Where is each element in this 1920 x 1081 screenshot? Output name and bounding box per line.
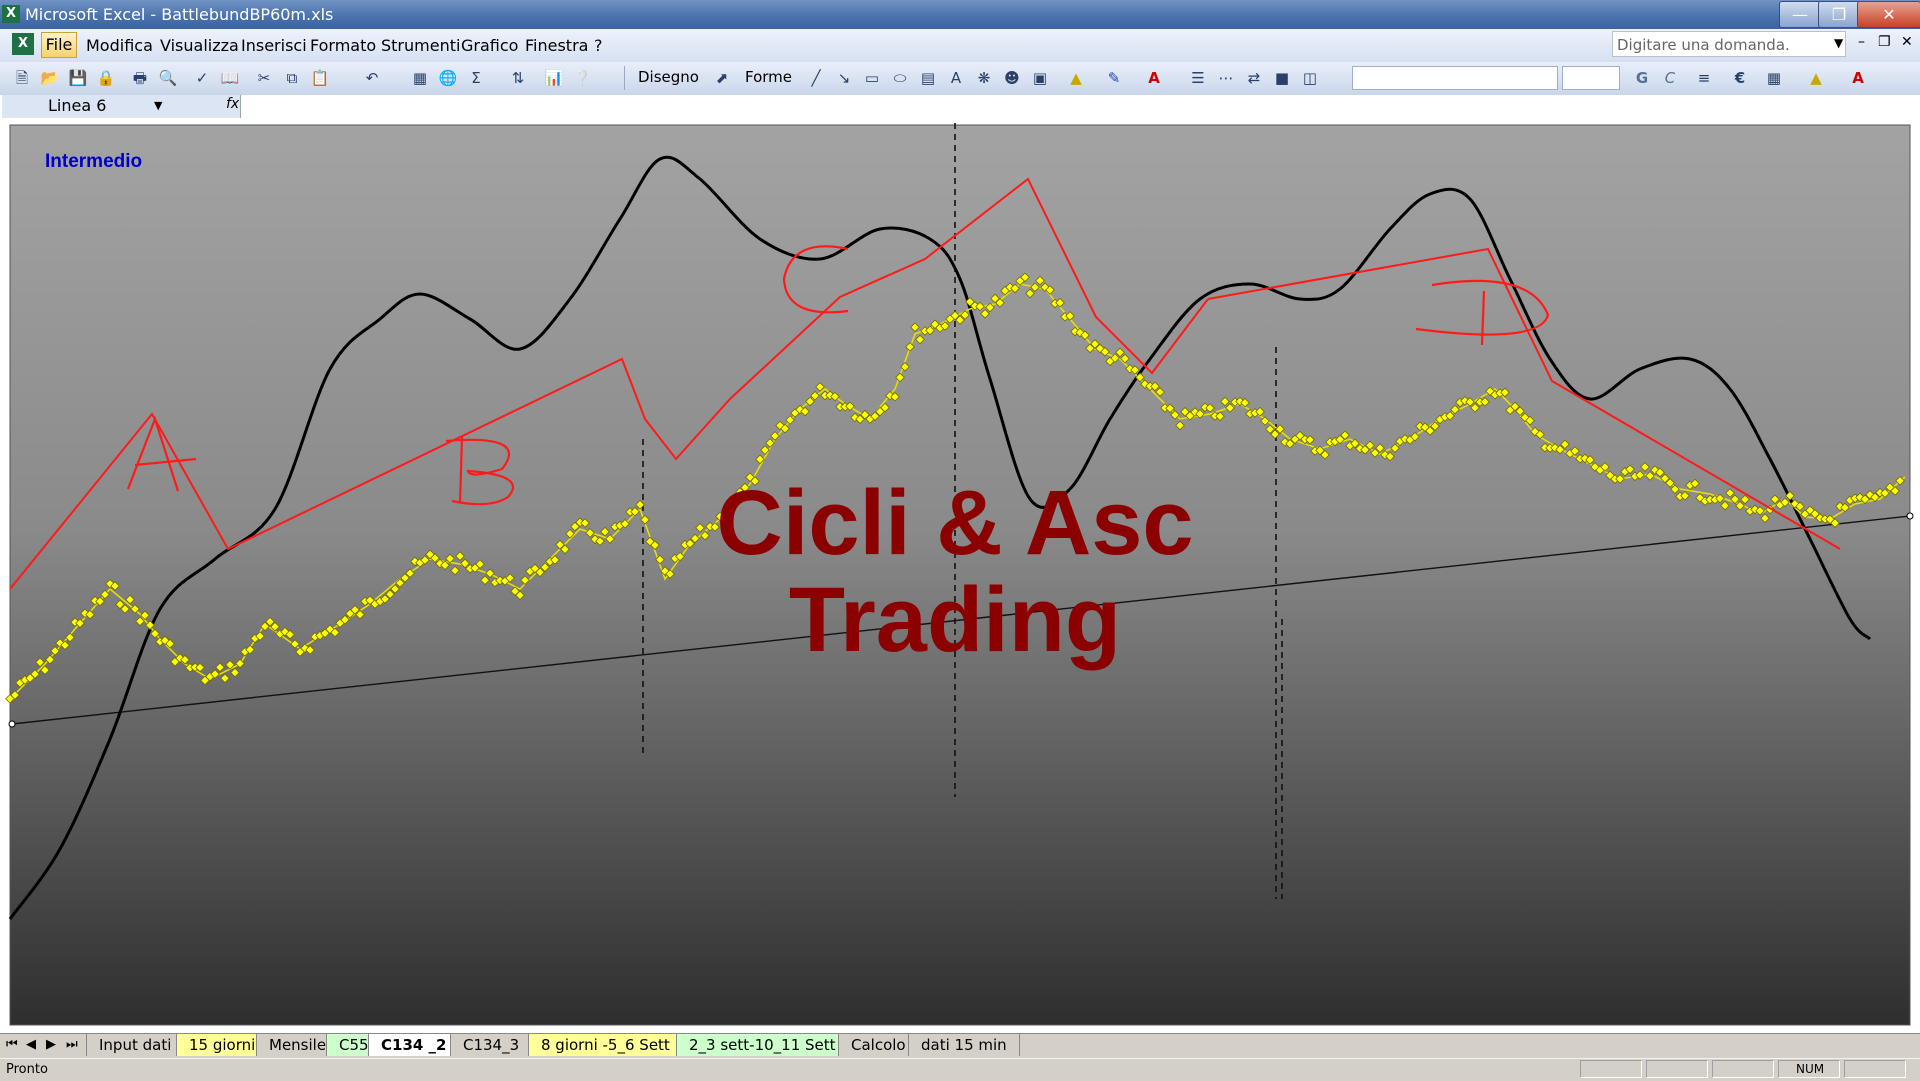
- chart-label: Intermedio: [45, 151, 142, 172]
- sheet-tab[interactable]: dati 15 min: [908, 1034, 1020, 1056]
- doc-minimize-icon[interactable]: –: [1858, 34, 1865, 50]
- diagram-icon[interactable]: ❋: [974, 68, 994, 88]
- research-icon[interactable]: 📖: [220, 68, 240, 88]
- open-icon[interactable]: 📂: [40, 68, 60, 88]
- menu-inserisci[interactable]: Inserisci: [241, 36, 307, 55]
- sheet-tab[interactable]: 2_3 sett-10_11 Sett: [676, 1034, 848, 1056]
- sheet-tab[interactable]: Input dati: [86, 1034, 184, 1056]
- shadow-icon[interactable]: ■: [1272, 68, 1292, 88]
- status-cell: [1844, 1060, 1906, 1078]
- font-name-combo[interactable]: [1352, 66, 1558, 90]
- menu-finestra[interactable]: Finestra: [525, 36, 588, 55]
- status-cell: [1646, 1060, 1708, 1078]
- line-color-icon[interactable]: ✎: [1104, 68, 1124, 88]
- wordart-icon[interactable]: A: [946, 68, 966, 88]
- fx-icon[interactable]: fx: [226, 96, 239, 112]
- restore-button[interactable]: ❐: [1818, 1, 1860, 28]
- undo-icon[interactable]: ↶: [362, 68, 382, 88]
- hyperlink-icon[interactable]: 🌐: [438, 68, 458, 88]
- chart-svg[interactable]: Intermedio Cicli & Asc Trading: [0, 119, 1920, 1033]
- last-sheet-icon[interactable]: ⏭: [66, 1037, 78, 1052]
- title-bar: X Microsoft Excel - BattlebundBP60m.xls …: [0, 0, 1920, 29]
- sheet-tab[interactable]: C134_3: [450, 1034, 532, 1056]
- select-pointer-icon[interactable]: ⬈: [712, 68, 732, 88]
- fill-color-icon[interactable]: ▲: [1066, 68, 1086, 88]
- oval-icon[interactable]: ⬭: [890, 68, 910, 88]
- arrow-style-icon[interactable]: ⇄: [1244, 68, 1264, 88]
- clipart-icon[interactable]: ☻: [1002, 68, 1022, 88]
- menu-visualizza[interactable]: Visualizza: [160, 36, 239, 55]
- status-text: Pronto: [6, 1062, 48, 1077]
- rectangle-icon[interactable]: ▭: [862, 68, 882, 88]
- draw-menu[interactable]: Disegno: [638, 68, 699, 86]
- menu-modifica[interactable]: Modifica: [86, 36, 153, 55]
- paste-icon[interactable]: 📋: [310, 68, 330, 88]
- name-box-dropdown-icon[interactable]: ▼: [154, 99, 162, 112]
- prev-sheet-icon[interactable]: ◀: [26, 1037, 36, 1052]
- textbox-icon[interactable]: ▤: [918, 68, 938, 88]
- line-style-icon[interactable]: ☰: [1188, 68, 1208, 88]
- menu-formato[interactable]: Formato: [310, 36, 376, 55]
- close-button[interactable]: ✕: [1857, 1, 1920, 28]
- save-icon[interactable]: 💾: [68, 68, 88, 88]
- font-color-2-icon[interactable]: A: [1848, 68, 1868, 88]
- menu-grafico[interactable]: Grafico: [461, 36, 518, 55]
- workbook-icon[interactable]: X: [12, 33, 34, 55]
- ask-question-box[interactable]: Digitare una domanda.: [1612, 31, 1846, 57]
- font-size-combo[interactable]: [1562, 66, 1620, 90]
- status-cell: [1580, 1060, 1642, 1078]
- name-box-value: Linea 6: [48, 96, 107, 115]
- cut-icon[interactable]: ✂: [254, 68, 274, 88]
- trendline-handle-start: [8, 720, 16, 728]
- sort-icon[interactable]: ⇅: [508, 68, 528, 88]
- menu-bar: X File Modifica Visualizza Inserisci For…: [0, 29, 1920, 63]
- window-title: Microsoft Excel - BattlebundBP60m.xls: [25, 5, 334, 24]
- spelling-icon[interactable]: ✓: [192, 68, 212, 88]
- watermark-line-1: Cicli & Asc: [716, 472, 1193, 574]
- next-sheet-icon[interactable]: ▶: [46, 1037, 56, 1052]
- 3d-icon[interactable]: ◫: [1300, 68, 1320, 88]
- doc-restore-icon[interactable]: ❐: [1878, 34, 1891, 50]
- italic-icon[interactable]: C: [1660, 68, 1680, 88]
- first-sheet-icon[interactable]: ⏮: [6, 1037, 18, 1052]
- print-icon[interactable]: 🖶: [130, 68, 150, 88]
- print-preview-icon[interactable]: 🔍: [158, 68, 178, 88]
- permission-icon[interactable]: 🔒: [96, 68, 116, 88]
- num-lock-indicator: NUM: [1796, 1062, 1825, 1076]
- dash-style-icon[interactable]: ⋯: [1216, 68, 1236, 88]
- chart-icon[interactable]: 📊: [544, 68, 564, 88]
- help-icon[interactable]: ❔: [572, 68, 592, 88]
- line-icon[interactable]: ╱: [806, 68, 826, 88]
- align-center-icon[interactable]: ≡: [1694, 68, 1714, 88]
- bold-icon[interactable]: G: [1632, 68, 1652, 88]
- toolbar-separator: [624, 66, 625, 90]
- minimize-button[interactable]: —: [1779, 1, 1821, 28]
- picture-icon[interactable]: ▣: [1030, 68, 1050, 88]
- sheet-tab[interactable]: 15 giorni: [176, 1034, 268, 1056]
- doc-close-icon[interactable]: ✕: [1901, 34, 1913, 50]
- copy-icon[interactable]: ⧉: [282, 68, 302, 88]
- sheet-tab[interactable]: 8 giorni -5_6 Sett: [528, 1034, 682, 1056]
- excel-icon[interactable]: X: [2, 5, 20, 23]
- sheet-tab[interactable]: Calcolo: [838, 1034, 918, 1056]
- ask-dropdown-icon[interactable]: ▼: [1834, 36, 1843, 50]
- euro-icon[interactable]: €: [1730, 68, 1750, 88]
- new-icon[interactable]: 🗎: [12, 68, 32, 88]
- menu-file[interactable]: File: [41, 32, 77, 58]
- status-cell: [1712, 1060, 1774, 1078]
- watermark-line-2: Trading: [789, 569, 1121, 671]
- font-color-icon[interactable]: A: [1144, 68, 1164, 88]
- name-box[interactable]: [2, 95, 241, 118]
- formula-bar: [0, 95, 1920, 120]
- shapes-menu[interactable]: Forme: [745, 68, 792, 86]
- fill-bucket-icon[interactable]: ▲: [1806, 68, 1826, 88]
- menu-help[interactable]: ?: [594, 36, 603, 55]
- sheet-tab-active[interactable]: C134 _2: [368, 1034, 459, 1056]
- borders-icon[interactable]: ▦: [1764, 68, 1784, 88]
- arrow-icon[interactable]: ↘: [834, 68, 854, 88]
- menu-strumenti[interactable]: Strumenti: [381, 36, 460, 55]
- trendline-handle-end: [1906, 512, 1914, 520]
- chart-wizard-icon[interactable]: ▦: [410, 68, 430, 88]
- autosum-icon[interactable]: Σ: [466, 68, 486, 88]
